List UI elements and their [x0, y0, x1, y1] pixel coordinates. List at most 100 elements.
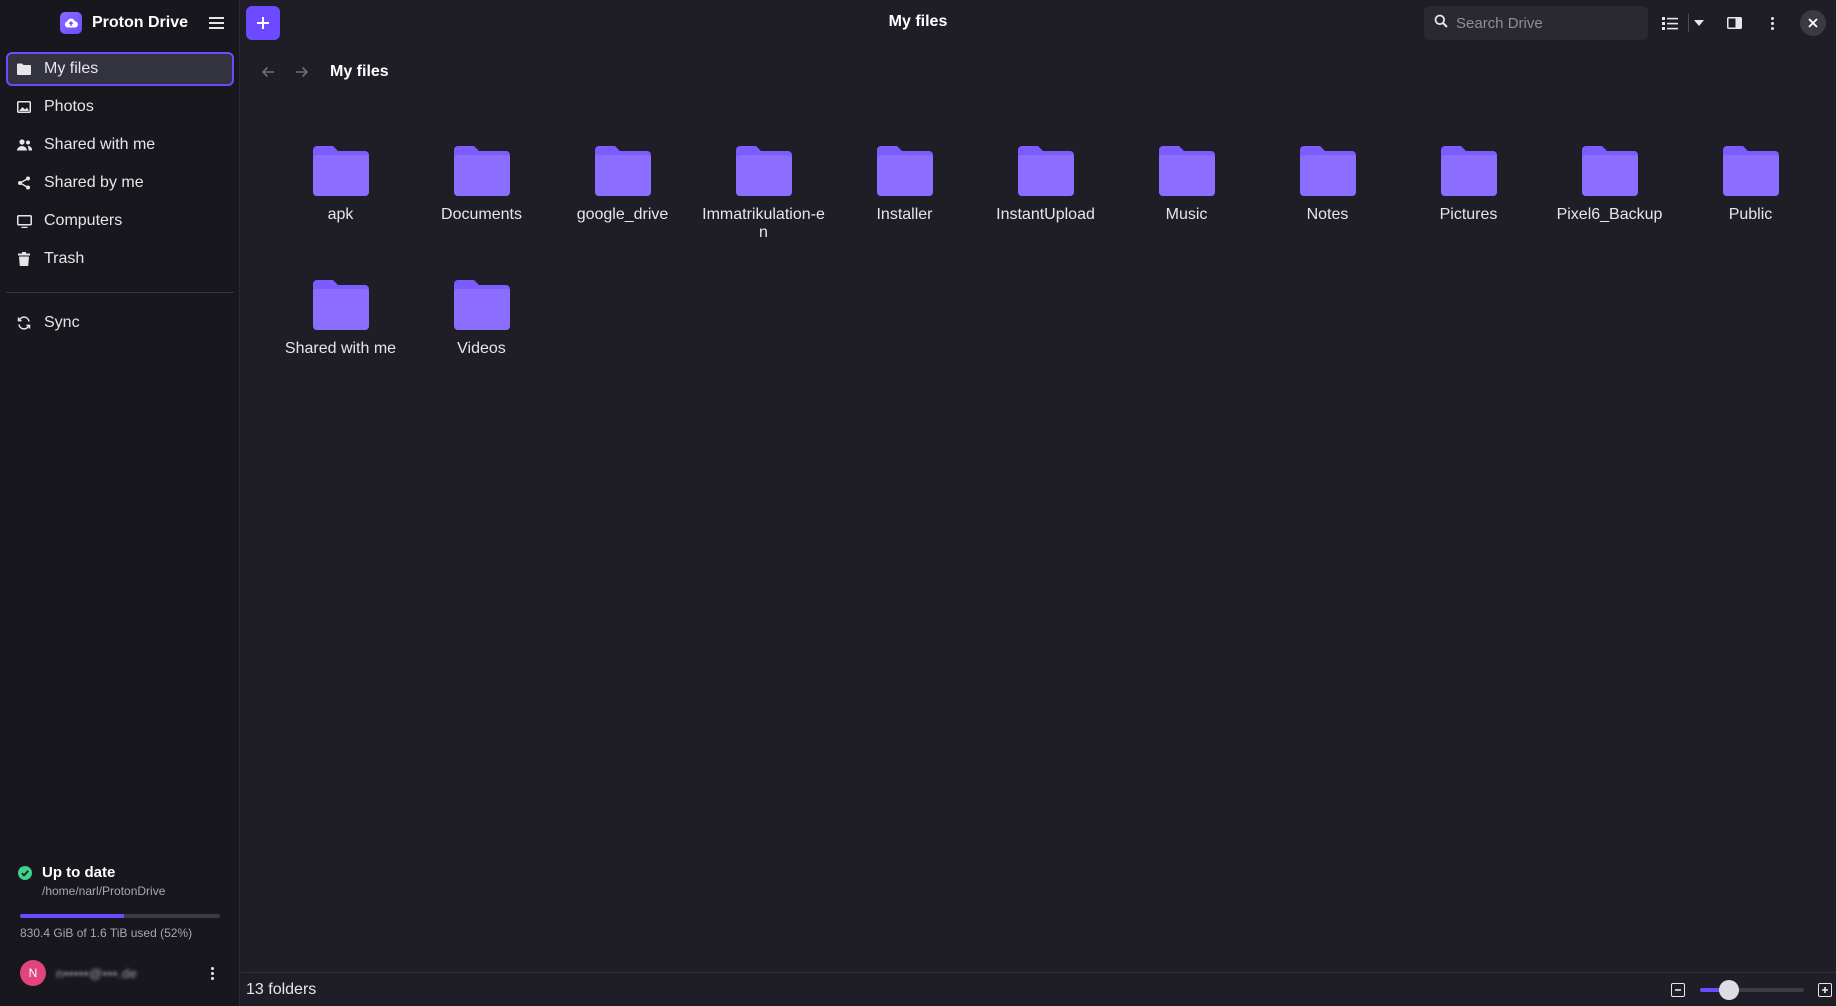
forward-arrow-icon[interactable] [292, 62, 312, 82]
folder-label: Public [1728, 206, 1773, 223]
list-view-icon[interactable] [1659, 12, 1681, 34]
app-brand: Proton Drive [60, 10, 188, 36]
sync-icon [16, 315, 32, 331]
status-title: Up to date [42, 864, 116, 881]
trash-icon [16, 251, 32, 267]
folder-icon [312, 280, 369, 330]
sidebar-item-computers[interactable]: Computers [6, 204, 234, 238]
breadcrumb-current: My files [330, 63, 389, 80]
proton-drive-logo-icon [60, 12, 82, 34]
folder-icon [1722, 146, 1779, 196]
search-input[interactable] [1456, 14, 1636, 32]
folder-row: Shared with me Videos [270, 274, 1830, 408]
storage-quota-bar [20, 914, 220, 918]
avatar[interactable]: N [20, 960, 46, 986]
folder-icon [735, 146, 792, 196]
menu-icon[interactable] [206, 12, 228, 34]
folder-icon [1158, 146, 1215, 196]
minus-icon [1675, 989, 1681, 991]
more-options-icon[interactable] [204, 965, 220, 981]
folder-label: Videos [457, 340, 506, 357]
user-name: n•••••@•••.de [56, 965, 138, 981]
folder-item[interactable]: Immatrikulation-en [693, 140, 834, 274]
folder-icon [876, 146, 933, 196]
sidebar-item-sync[interactable]: Sync [6, 306, 234, 340]
folder-item[interactable]: InstantUpload [975, 140, 1116, 274]
plus-icon [1822, 987, 1828, 993]
folder-item[interactable]: Notes [1257, 140, 1398, 274]
sidebar-item-shared-by-me[interactable]: Shared by me [6, 166, 234, 200]
search-box[interactable] [1424, 6, 1648, 40]
storage-quota-text: 830.4 GiB of 1.6 TiB used (52%) [20, 926, 193, 940]
folder-icon [312, 146, 369, 196]
sidebar-item-photos[interactable]: Photos [6, 90, 234, 124]
folder-item[interactable]: Public [1680, 140, 1821, 274]
breadcrumb: My files [258, 62, 389, 82]
sidebar-item-label: Shared with me [44, 136, 156, 153]
folder-icon [1017, 146, 1074, 196]
folder-item[interactable]: Pixel6_Backup [1539, 140, 1680, 274]
zoom-in-button[interactable] [1818, 983, 1832, 997]
search-icon [1434, 14, 1448, 33]
sidebar-divider [6, 292, 234, 293]
folder-icon [453, 146, 510, 196]
folder-label: Pixel6_Backup [1556, 206, 1663, 223]
folder-item[interactable]: Pictures [1398, 140, 1539, 274]
back-arrow-icon[interactable] [258, 62, 278, 82]
folder-row: apk Documents google_drive Immatrikulati… [270, 140, 1830, 274]
close-window-button[interactable] [1800, 10, 1826, 36]
folder-item[interactable]: Music [1116, 140, 1257, 274]
check-circle-icon [18, 866, 32, 885]
new-button[interactable] [246, 6, 280, 40]
view-options-chevron-down-icon[interactable] [1688, 12, 1710, 34]
folder-label: Immatrikulation-en [702, 206, 825, 241]
more-menu-icon[interactable] [1761, 12, 1783, 34]
sidebar-item-label: My files [44, 60, 99, 77]
zoom-out-button[interactable] [1671, 983, 1685, 997]
sidebar-nav: My files Photos Shared with me Shared by… [6, 52, 234, 280]
folder-icon [594, 146, 651, 196]
folder-item[interactable]: apk [270, 140, 411, 274]
folder-icon [453, 280, 510, 330]
folder-item[interactable]: Videos [411, 274, 552, 408]
zoom-slider[interactable] [1700, 980, 1804, 1000]
sidebar-item-label: Sync [44, 314, 80, 331]
folder-label: InstantUpload [996, 206, 1095, 223]
folder-item[interactable]: Installer [834, 140, 975, 274]
app-name: Proton Drive [92, 14, 189, 31]
sidebar-item-shared-with-me[interactable]: Shared with me [6, 128, 234, 162]
share-icon [16, 175, 32, 191]
sidebar-item-label: Photos [44, 98, 94, 115]
zoom-slider-handle[interactable] [1718, 980, 1739, 1000]
folder-item[interactable]: Shared with me [270, 274, 411, 408]
sync-folder-path: /home/narl/ProtonDrive [42, 884, 166, 898]
folder-item[interactable]: google_drive [552, 140, 693, 274]
image-icon [16, 99, 32, 115]
folder-icon [1581, 146, 1638, 196]
folder-icon [1440, 146, 1497, 196]
folder-label: google_drive [576, 206, 669, 223]
folder-label: Shared with me [284, 340, 397, 357]
folder-label: Installer [876, 206, 933, 223]
users-icon [16, 137, 32, 153]
sidebar-toggle-icon[interactable] [1723, 12, 1745, 34]
user-account[interactable]: N n•••••@•••.de [20, 960, 220, 986]
item-count: 13 folders [246, 981, 317, 998]
sidebar-item-label: Shared by me [44, 174, 144, 191]
folder-icon [16, 61, 32, 77]
sidebar-item-label: Computers [44, 212, 123, 229]
storage-quota-fill [20, 914, 124, 918]
folder-label: Pictures [1439, 206, 1498, 223]
sidebar: Proton Drive My files Photos Shared with… [0, 0, 240, 1006]
monitor-icon [16, 213, 32, 229]
status-bar: 13 folders [241, 972, 1836, 1006]
sidebar-item-my-files[interactable]: My files [6, 52, 234, 86]
folder-grid: apk Documents google_drive Immatrikulati… [270, 140, 1830, 408]
plus-icon [257, 17, 269, 29]
sync-status: Up to date /home/narl/ProtonDrive [18, 864, 228, 898]
sidebar-item-trash[interactable]: Trash [6, 242, 234, 276]
folder-icon [1299, 146, 1356, 196]
folder-item[interactable]: Documents [411, 140, 552, 274]
folder-label: Music [1165, 206, 1208, 223]
close-icon [1808, 18, 1818, 28]
